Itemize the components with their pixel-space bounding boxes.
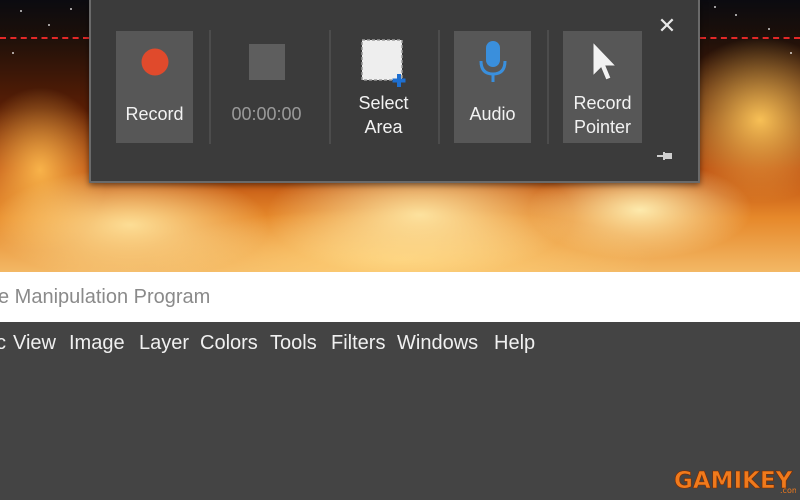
menu-item-colors[interactable]: Colors: [200, 332, 258, 355]
record-pointer-button[interactable]: Record Pointer: [563, 31, 642, 143]
select-area-icon-box: [357, 31, 411, 93]
star: [70, 8, 72, 10]
record-pointer-label-line2: Pointer: [573, 117, 632, 137]
star: [48, 24, 50, 26]
select-area-label-line2: Area: [364, 117, 403, 137]
gamikey-watermark-logo: GAMIKEY .com: [674, 468, 796, 495]
menu-item-layer[interactable]: Layer: [139, 332, 189, 355]
menu-item-tools[interactable]: Tools: [270, 332, 317, 355]
record-label: Record: [125, 104, 184, 124]
screen-recording-toolbar: Record 00:00:00 Select Area Audio Record…: [89, 0, 700, 183]
app-title-bar: e Manipulation Program: [0, 272, 800, 322]
selection-dashed-border-left: [0, 37, 89, 39]
menu-item-view[interactable]: View: [13, 332, 56, 355]
app-menu-bar: c View Image Layer Colors Tools Filters …: [0, 322, 800, 368]
menu-item-help[interactable]: Help: [494, 332, 535, 355]
stop-button[interactable]: 00:00:00: [228, 31, 305, 143]
stop-icon-box: [248, 31, 286, 93]
audio-label: Audio: [469, 104, 516, 124]
record-dot-icon: [141, 48, 168, 76]
audio-button[interactable]: Audio: [454, 31, 531, 143]
pointer-icon-box: [588, 31, 618, 93]
select-area-button[interactable]: Select Area: [345, 31, 422, 143]
selection-dashed-border-right: [700, 37, 800, 39]
watermark-text: GAMIKEY: [674, 468, 793, 494]
star: [714, 6, 716, 8]
select-area-label-line1: Select: [358, 93, 409, 113]
menu-item-image[interactable]: Image: [69, 332, 125, 355]
toolbar-separator: [209, 30, 211, 144]
app-title: e Manipulation Program: [0, 286, 211, 308]
star: [768, 28, 770, 30]
pin-icon[interactable]: [657, 150, 673, 162]
star: [735, 14, 737, 16]
select-area-icon: [360, 39, 405, 87]
mouse-pointer-icon: [592, 40, 617, 81]
audio-icon-box: [478, 31, 508, 93]
menu-item-filters[interactable]: Filters: [331, 332, 385, 355]
microphone-icon: [479, 41, 506, 82]
star: [12, 52, 14, 54]
close-icon[interactable]: ✕: [656, 16, 678, 38]
toolbar-separator: [438, 30, 440, 144]
stop-square-icon: [248, 44, 285, 80]
toolbar-separator: [547, 30, 549, 144]
star: [790, 52, 792, 54]
record-icon-box: [140, 31, 170, 93]
toolbar-separator: [329, 30, 331, 144]
menu-item-windows[interactable]: Windows: [397, 332, 478, 355]
star: [20, 10, 22, 12]
recording-timer: 00:00:00: [231, 104, 302, 124]
record-button[interactable]: Record: [116, 31, 193, 143]
watermark-domain: .com: [780, 486, 796, 495]
record-pointer-label-line1: Record: [573, 93, 632, 113]
menu-item-edit[interactable]: c: [0, 332, 6, 355]
